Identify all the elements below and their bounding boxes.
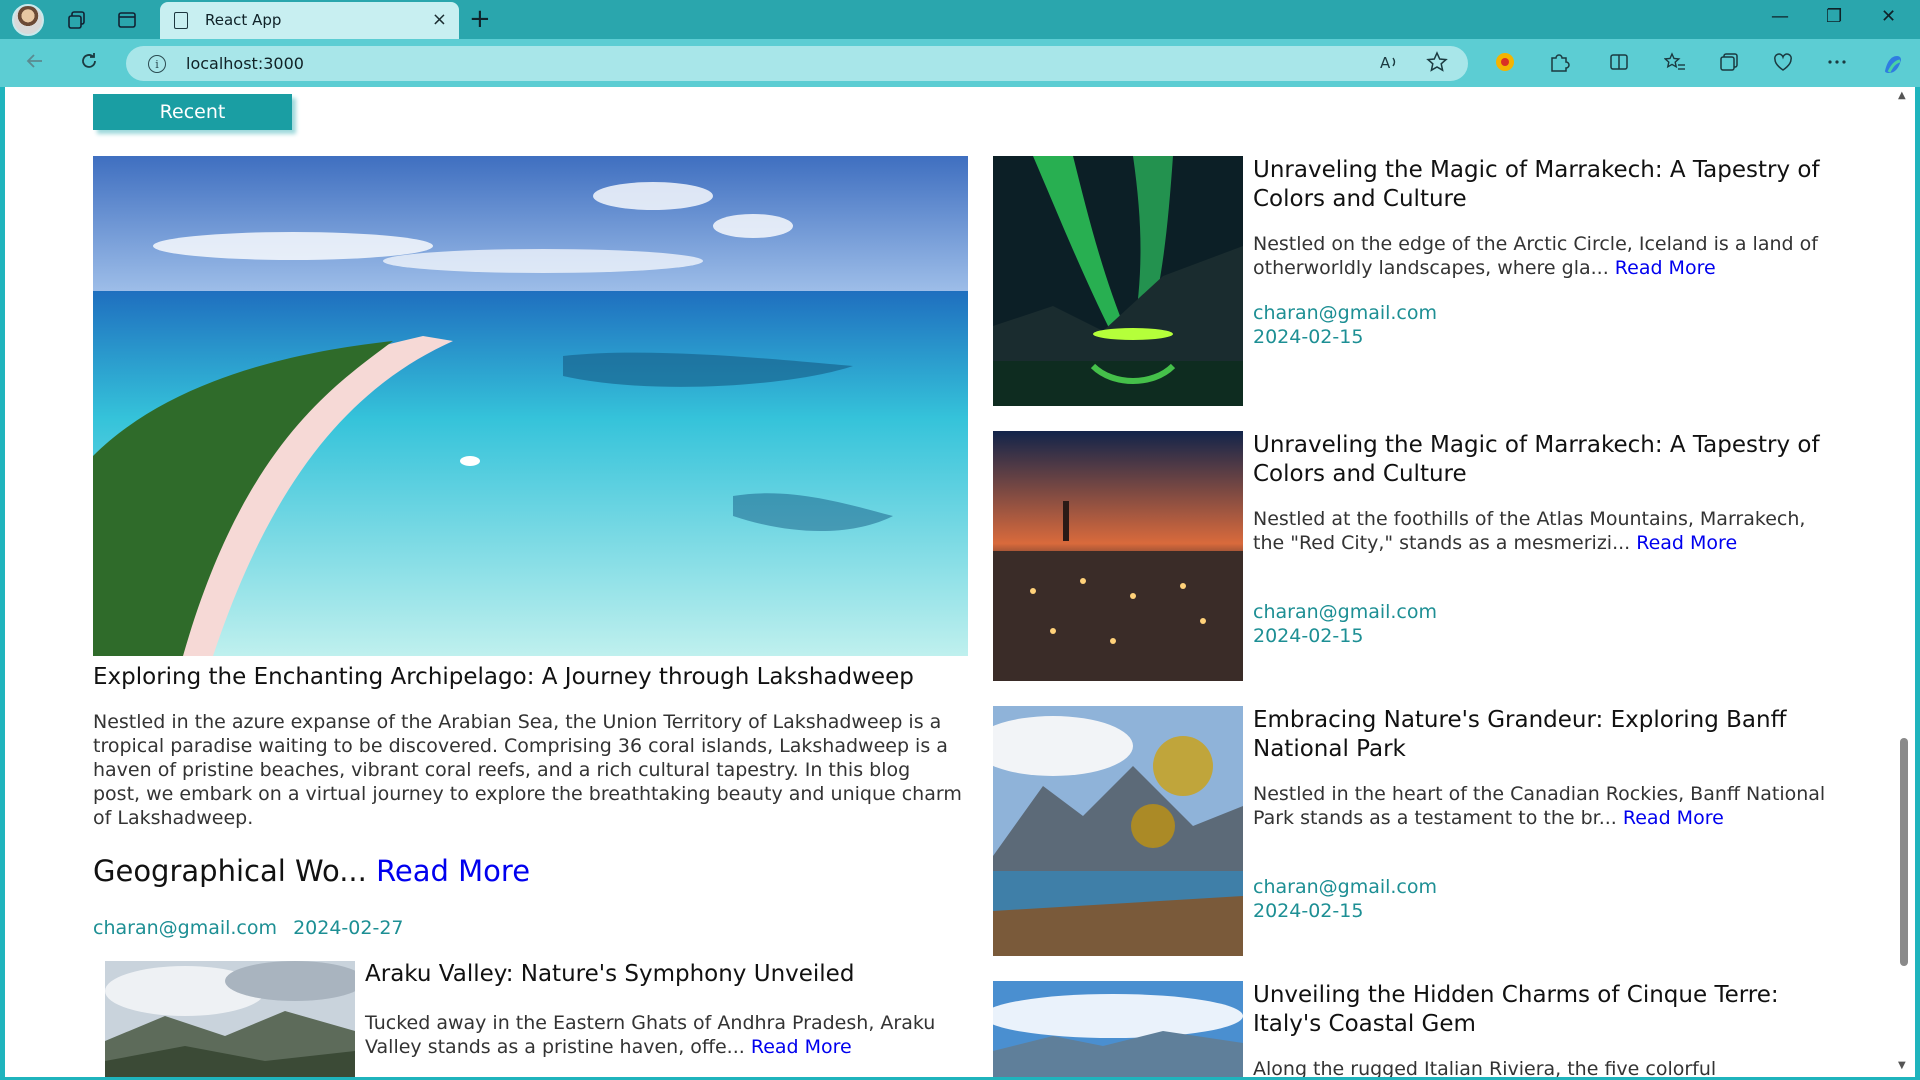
tab-title: React App	[205, 11, 282, 29]
post-card-date: 2024-02-15	[1253, 625, 1364, 647]
tab-react-app[interactable]: React App ×	[160, 2, 459, 39]
favorite-star-icon[interactable]	[1426, 51, 1448, 78]
post-card-read-more-link[interactable]: Read More	[1623, 807, 1724, 829]
post-card-excerpt-text: Along the rugged Italian Riviera, the fi…	[1253, 1058, 1717, 1077]
post-card-title[interactable]: Unveiling the Hidden Charms of Cinque Te…	[1253, 981, 1843, 1039]
address-bar[interactable]	[126, 46, 1468, 81]
workspaces-icon[interactable]	[62, 5, 92, 35]
hero-author: charan@gmail.com	[93, 917, 278, 939]
scroll-up-arrow-icon[interactable]: ▲	[1898, 90, 1906, 101]
refresh-icon[interactable]	[78, 50, 100, 78]
post-card-date: 2024-02-15	[1253, 326, 1364, 348]
url-text[interactable]: localhost:3000	[186, 54, 304, 73]
post-card-excerpt-text: Nestled on the edge of the Arctic Circle…	[1253, 233, 1818, 279]
post-card-meta: charan@gmail.com 2024-02-15	[1253, 301, 1437, 349]
small-card-title[interactable]: Araku Valley: Nature's Symphony Unveiled	[365, 961, 854, 987]
post-card-meta: charan@gmail.com 2024-02-15	[1253, 600, 1437, 648]
post-card-author: charan@gmail.com	[1253, 876, 1438, 898]
hero-post-title[interactable]: Exploring the Enchanting Archipelago: A …	[93, 664, 993, 690]
tab-actions-icon[interactable]	[112, 5, 142, 35]
hero-image-lakshadweep[interactable]	[93, 156, 968, 656]
new-tab-icon[interactable]: +	[469, 4, 491, 34]
banff-image[interactable]	[993, 706, 1243, 956]
profile-avatar[interactable]	[12, 4, 44, 36]
hero-truncated-text: Geographical Wo...	[93, 854, 377, 888]
araku-valley-image[interactable]	[105, 961, 355, 1077]
post-card-date: 2024-02-15	[1253, 900, 1364, 922]
browser-essentials-icon[interactable]	[1772, 51, 1794, 78]
post-card-author: charan@gmail.com	[1253, 302, 1438, 324]
favorites-list-icon[interactable]	[1663, 51, 1686, 78]
close-tab-icon[interactable]: ×	[432, 9, 447, 30]
post-card-excerpt: Nestled in the heart of the Canadian Roc…	[1253, 782, 1828, 830]
read-aloud-icon[interactable]: A	[1378, 51, 1400, 78]
more-options-icon[interactable]	[1826, 51, 1848, 78]
hero-meta: charan@gmail.com 2024-02-27	[93, 917, 414, 939]
post-card-title[interactable]: Embracing Nature's Grandeur: Exploring B…	[1253, 706, 1843, 764]
split-screen-icon[interactable]	[1608, 51, 1630, 78]
back-icon[interactable]	[24, 50, 46, 78]
post-card-excerpt: Along the rugged Italian Riviera, the fi…	[1253, 1057, 1828, 1077]
copilot-icon[interactable]	[1880, 51, 1906, 82]
window-close-icon[interactable]: ✕	[1881, 6, 1896, 27]
small-card-excerpt: Tucked away in the Eastern Ghats of Andh…	[365, 1011, 945, 1059]
marrakech-image[interactable]	[993, 431, 1243, 681]
cinque-terre-image[interactable]	[993, 981, 1243, 1077]
post-card-title[interactable]: Unraveling the Magic of Marrakech: A Tap…	[1253, 156, 1843, 214]
post-card-excerpt: Nestled on the edge of the Arctic Circle…	[1253, 232, 1828, 280]
hero-post-excerpt: Nestled in the azure expanse of the Arab…	[93, 711, 962, 829]
scroll-down-arrow-icon[interactable]: ▼	[1898, 1060, 1906, 1071]
collections-icon[interactable]	[1718, 51, 1740, 78]
hero-truncated-line: Geographical Wo... Read More	[93, 854, 530, 888]
minimize-icon[interactable]: —	[1771, 6, 1789, 27]
aurora-image[interactable]	[993, 156, 1243, 406]
post-card-excerpt-text: Nestled in the heart of the Canadian Roc…	[1253, 783, 1826, 829]
restore-icon[interactable]: ❐	[1826, 6, 1842, 27]
small-card-read-more-link[interactable]: Read More	[751, 1036, 852, 1058]
scrollbar-thumb[interactable]	[1900, 738, 1908, 966]
post-card-author: charan@gmail.com	[1253, 601, 1438, 623]
extensions-puzzle-icon[interactable]	[1548, 51, 1570, 78]
recent-button[interactable]: Recent	[93, 94, 292, 130]
extension-colored-icon[interactable]	[1494, 51, 1516, 78]
post-card-excerpt: Nestled at the foothills of the Atlas Mo…	[1253, 507, 1828, 555]
page-icon	[174, 12, 188, 29]
hero-date: 2024-02-27	[293, 917, 404, 939]
svg-text:A: A	[1380, 54, 1391, 72]
hero-read-more-link[interactable]: Read More	[376, 854, 530, 888]
site-info-icon[interactable]: i	[148, 55, 166, 73]
post-card-read-more-link[interactable]: Read More	[1615, 257, 1716, 279]
post-card-meta: charan@gmail.com 2024-02-15	[1253, 875, 1437, 923]
post-card-title[interactable]: Unraveling the Magic of Marrakech: A Tap…	[1253, 431, 1843, 489]
post-card-read-more-link[interactable]: Read More	[1636, 532, 1737, 554]
